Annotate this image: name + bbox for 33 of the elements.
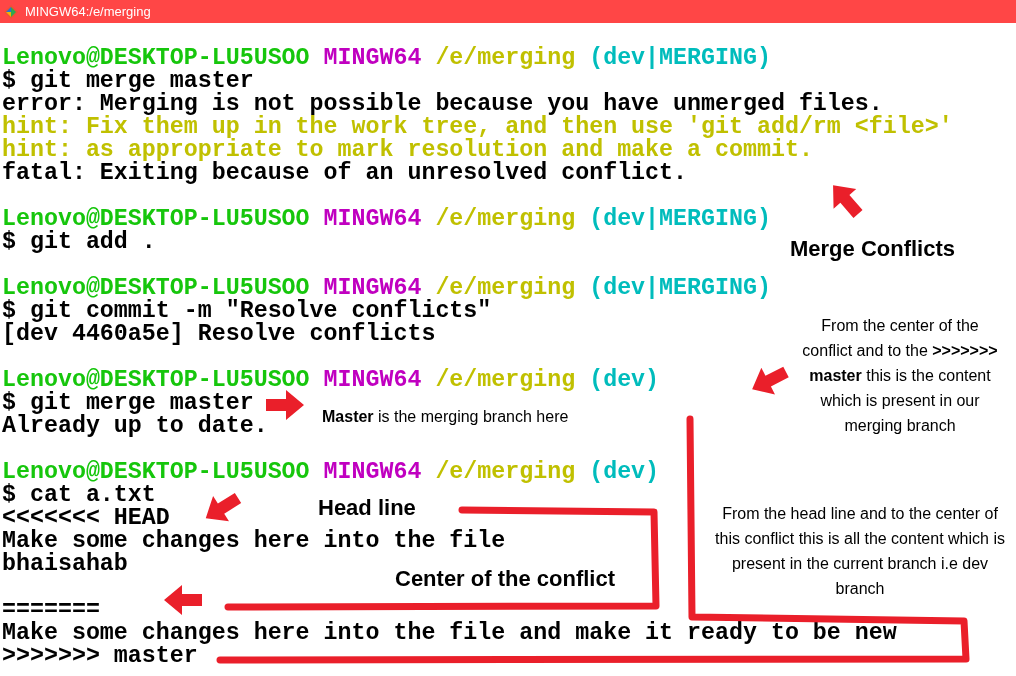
- output-line: [dev 4460a5e] Resolve conflicts: [2, 321, 436, 347]
- annotation-note: From the head line and to the center of this conflict this is all the content which is present in the current branch i.e dev branch: [715, 505, 1005, 597]
- annotation-heading: Head line: [318, 495, 416, 520]
- prompt-branch: (dev|MERGING): [589, 206, 771, 232]
- prompt-system: MINGW64: [323, 206, 422, 232]
- arrow: [205, 492, 242, 522]
- prompt-branch: (dev|MERGING): [589, 275, 771, 301]
- annotation-heading: Merge Conflicts: [790, 236, 956, 261]
- prompt-branch: (dev|MERGING): [589, 45, 771, 71]
- output-line: Already up to date.: [2, 413, 268, 439]
- arrow: [833, 185, 863, 218]
- output-line: >>>>>>> master: [2, 643, 198, 669]
- prompt-path: /e/merging: [435, 459, 576, 485]
- git-icon: [3, 3, 19, 20]
- window-title: MINGW64:/e/merging: [25, 4, 151, 19]
- prompt-branch: (dev): [589, 459, 660, 485]
- output-line: Make some changes here into the file and make it ready to be new: [2, 620, 897, 646]
- arrow: [164, 585, 202, 615]
- annotation-heading: Center of the conflict: [395, 566, 615, 591]
- arrow: [752, 366, 789, 395]
- prompt-branch: (dev): [589, 367, 660, 393]
- prompt-system: MINGW64: [323, 45, 422, 71]
- output-line: bhaisahab: [2, 551, 128, 577]
- prompt-system: MINGW64: [323, 459, 422, 485]
- annotation-note: From the center of the conflict and to the >>>>>>> master this is the content which is present in our merging branch: [802, 317, 998, 434]
- prompt-path: /e/merging: [435, 206, 576, 232]
- prompt-path: /e/merging: [435, 367, 576, 393]
- annotation-note: Master is the merging branch here: [322, 408, 569, 425]
- arrow: [266, 390, 304, 420]
- prompt-system: MINGW64: [323, 367, 422, 393]
- command-line: $ git add .: [2, 229, 156, 255]
- prompt-path: /e/merging: [435, 45, 576, 71]
- command-line: $ cat a.txt: [2, 482, 156, 508]
